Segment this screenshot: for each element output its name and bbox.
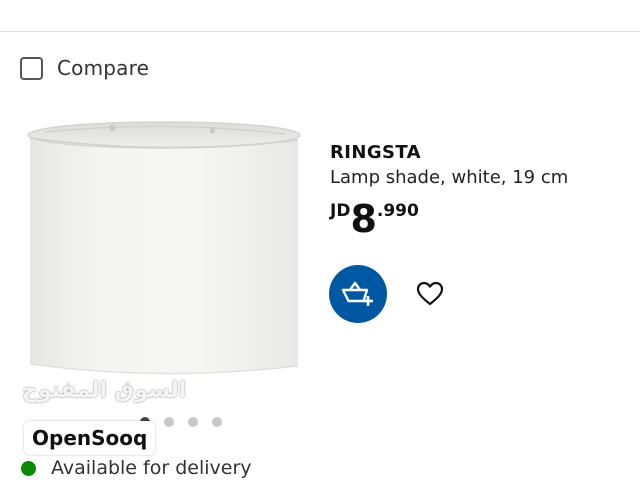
- compare-checkbox[interactable]: [20, 56, 43, 80]
- add-to-cart-button[interactable]: [329, 265, 387, 323]
- top-divider: [0, 31, 640, 32]
- lamp-shade-image: [27, 121, 301, 375]
- price-currency: JD: [330, 201, 351, 221]
- price-decimal: .990: [376, 201, 419, 221]
- product-name[interactable]: RINGSTA: [330, 142, 630, 163]
- heart-icon: [416, 281, 444, 306]
- carousel-dot[interactable]: [164, 417, 174, 427]
- availability-label: Available for delivery: [51, 457, 252, 479]
- product-description: Lamp shade, white, 19 cm: [330, 167, 569, 188]
- opensooq-watermark-logo: OpenSooq: [24, 421, 156, 455]
- availability-status: Available for delivery: [21, 457, 252, 479]
- product-actions: [329, 265, 445, 323]
- price-integer: 8: [350, 197, 377, 241]
- product-info: RINGSTA Lamp shade, white, 19 cm JD 8 .9…: [330, 142, 630, 240]
- carousel-dot[interactable]: [188, 417, 198, 427]
- basket-plus-icon: [341, 281, 373, 306]
- opensooq-watermark-arabic: السوق المفتوح: [22, 378, 187, 403]
- product-card-page: Compare RINGSTA Lamp shade, white, 19 cm…: [0, 0, 640, 480]
- compare-toggle[interactable]: Compare: [20, 54, 149, 82]
- favorite-button[interactable]: [415, 279, 445, 309]
- availability-status-dot: [21, 460, 36, 476]
- compare-label: Compare: [57, 56, 150, 80]
- carousel-dot[interactable]: [212, 417, 222, 427]
- product-image[interactable]: [0, 108, 310, 408]
- product-price: JD 8 .990: [330, 200, 630, 240]
